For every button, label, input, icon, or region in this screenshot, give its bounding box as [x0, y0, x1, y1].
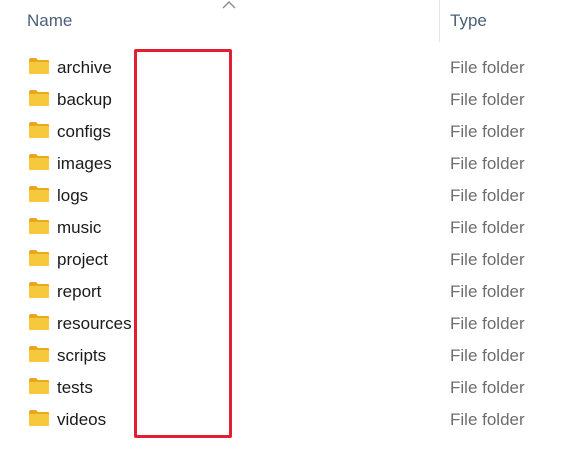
file-type: File folder	[450, 314, 525, 333]
file-name: configs	[57, 122, 111, 141]
list-item[interactable]: videos File folder	[0, 404, 571, 436]
list-item[interactable]: report File folder	[0, 276, 571, 308]
file-type: File folder	[450, 410, 525, 429]
file-type: File folder	[450, 378, 525, 397]
file-type: File folder	[450, 90, 525, 109]
folder-icon	[29, 282, 49, 298]
list-item[interactable]: music File folder	[0, 212, 571, 244]
list-item[interactable]: scripts File folder	[0, 340, 571, 372]
folder-icon	[29, 186, 49, 202]
file-name: tests	[57, 378, 93, 397]
list-item[interactable]: project File folder	[0, 244, 571, 276]
list-item[interactable]: resources File folder	[0, 308, 571, 340]
file-type: File folder	[450, 218, 525, 237]
folder-icon	[29, 90, 49, 106]
list-item[interactable]: backup File folder	[0, 84, 571, 116]
file-type: File folder	[450, 250, 525, 269]
file-name: project	[57, 250, 109, 269]
column-divider[interactable]	[439, 0, 440, 42]
file-name: images	[57, 154, 112, 173]
file-type: File folder	[450, 186, 525, 205]
file-type: File folder	[450, 154, 525, 173]
folder-icon	[29, 218, 49, 234]
file-name: report	[57, 282, 102, 301]
file-name: backup	[57, 90, 112, 109]
folder-icon	[29, 154, 49, 170]
list-item[interactable]: images File folder	[0, 148, 571, 180]
list-item[interactable]: tests File folder	[0, 372, 571, 404]
folder-icon	[29, 314, 49, 330]
chevron-up-icon[interactable]	[222, 0, 236, 10]
file-type: File folder	[450, 282, 525, 301]
list-item[interactable]: configs File folder	[0, 116, 571, 148]
file-type: File folder	[450, 122, 525, 141]
file-name: archive	[57, 58, 112, 77]
folder-icon	[29, 378, 49, 394]
file-type: File folder	[450, 346, 525, 365]
file-name: scripts	[57, 346, 107, 365]
column-header-name[interactable]: Name	[27, 11, 72, 31]
file-type: File folder	[450, 58, 525, 77]
folder-icon	[29, 410, 49, 426]
file-name: videos	[57, 410, 107, 429]
file-name: music	[57, 218, 102, 237]
folder-icon	[29, 58, 49, 74]
list-item[interactable]: archive File folder	[0, 52, 571, 84]
folder-icon	[29, 122, 49, 138]
file-name: logs	[57, 186, 89, 205]
column-header-type[interactable]: Type	[450, 11, 487, 31]
folder-icon	[29, 346, 49, 362]
file-name: resources	[57, 314, 132, 333]
folder-icon	[29, 250, 49, 266]
file-list: archive File folder backup File folder c…	[0, 52, 571, 436]
column-header-bar: Name Type	[0, 0, 571, 42]
list-item[interactable]: logs File folder	[0, 180, 571, 212]
